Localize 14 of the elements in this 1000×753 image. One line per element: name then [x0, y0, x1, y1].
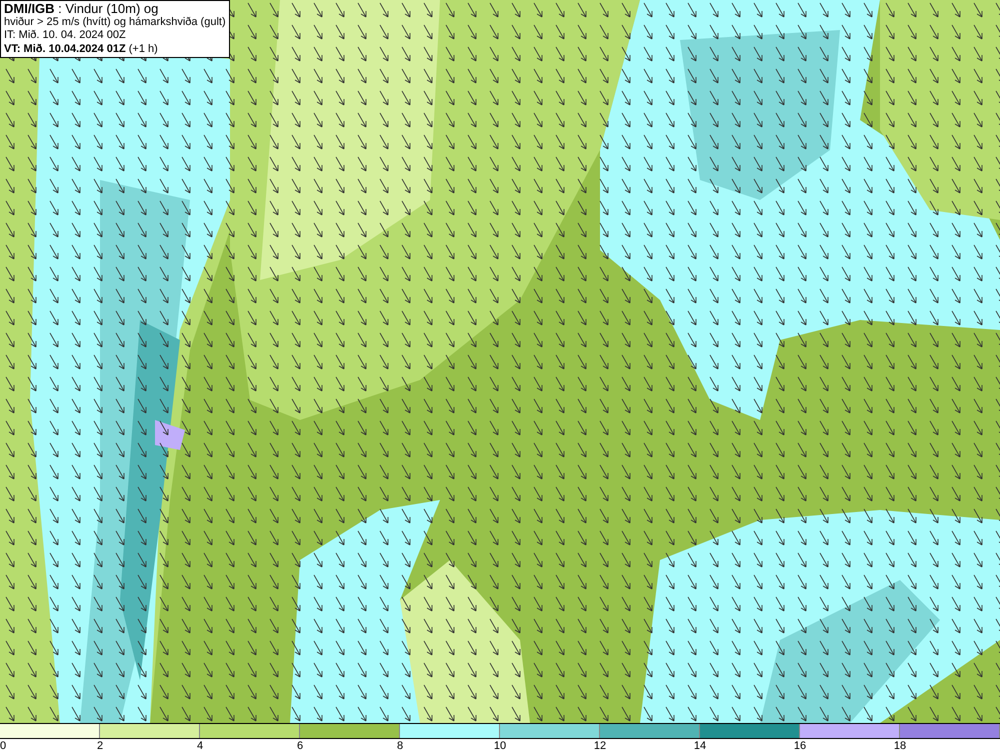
title-text: IT: Mið. 10. 04. 2024 00Z: [4, 29, 127, 42]
scale-label: 12: [594, 740, 606, 752]
scale-label: 18: [894, 740, 906, 752]
title-text: DMI/IGB : Vindur (10m) og: [4, 2, 160, 16]
scale-label: 10: [494, 740, 506, 752]
scale-label: 16: [794, 740, 806, 752]
scale-label: 14: [694, 740, 706, 752]
scale-label: 6: [296, 740, 304, 752]
title-text: hviður > 25 m/s (hvítt) og hámarkshviða (gult): [4, 16, 226, 29]
scale-label: 0: [0, 740, 6, 752]
scale-label: 8: [396, 740, 404, 752]
scale-label: 2: [96, 740, 104, 752]
scale-label: 4: [196, 740, 204, 752]
title-text: VT: Mið. 10.04.2024 01Z (+1 h): [4, 42, 159, 56]
